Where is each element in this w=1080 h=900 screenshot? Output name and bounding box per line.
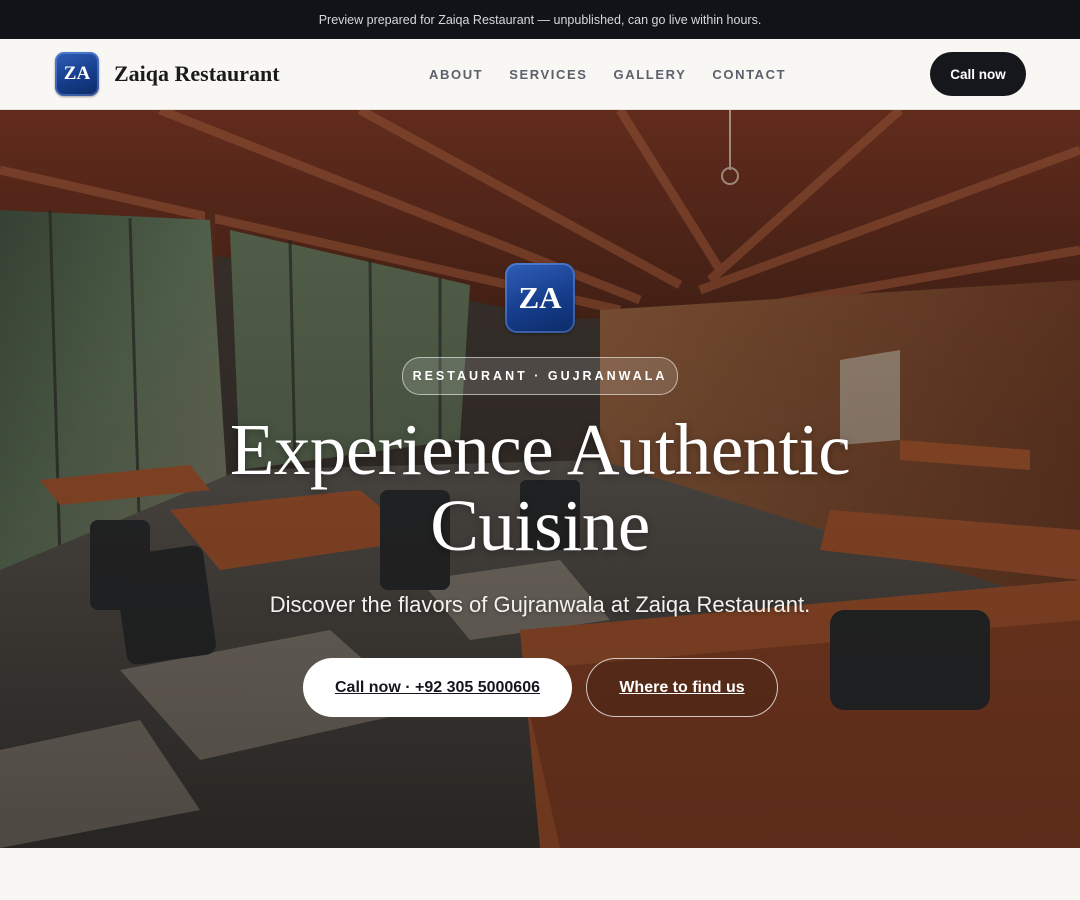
nav-link-services[interactable]: SERVICES xyxy=(509,67,587,82)
header-call-button[interactable]: Call now xyxy=(930,52,1026,96)
hero-logo-badge: ZA xyxy=(505,263,575,333)
nav-link-contact[interactable]: CONTACT xyxy=(712,67,786,82)
hero-eyebrow-pill: RESTAURANT · GUJRANWALA xyxy=(402,357,678,395)
nav-link-gallery[interactable]: GALLERY xyxy=(614,67,687,82)
nav-link-about[interactable]: ABOUT xyxy=(429,67,483,82)
hero-location-button[interactable]: Where to find us xyxy=(586,658,778,717)
hero-headline: Experience Authentic Cuisine xyxy=(140,412,940,564)
brand-name[interactable]: Zaiqa Restaurant xyxy=(114,39,280,109)
preview-banner: Preview prepared for Zaiqa Restaurant — … xyxy=(0,0,1080,39)
hero-section: ZA RESTAURANT · GUJRANWALA Experience Au… xyxy=(0,110,1080,848)
hero-headline-line2: Cuisine xyxy=(430,485,650,566)
logo-initials: ZA xyxy=(63,63,91,84)
logo-badge[interactable]: ZA xyxy=(55,52,99,96)
hero-headline-line1: Experience Authentic xyxy=(229,409,851,490)
hero-eyebrow-text: RESTAURANT · GUJRANWALA xyxy=(412,369,668,383)
main-nav: ABOUT SERVICES GALLERY CONTACT xyxy=(416,39,799,109)
hero-call-button[interactable]: Call now · +92 305 5000606 xyxy=(303,658,572,717)
hero-content: ZA RESTAURANT · GUJRANWALA Experience Au… xyxy=(0,110,1080,848)
hero-logo-initials: ZA xyxy=(518,280,562,315)
preview-banner-text: Preview prepared for Zaiqa Restaurant — … xyxy=(318,12,762,27)
site-header: ZA Zaiqa Restaurant ABOUT SERVICES GALLE… xyxy=(0,39,1080,110)
hero-subheadline: Discover the flavors of Gujranwala at Za… xyxy=(269,592,811,617)
